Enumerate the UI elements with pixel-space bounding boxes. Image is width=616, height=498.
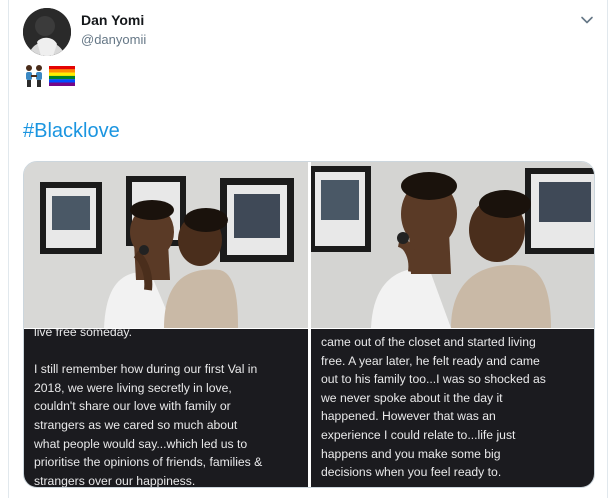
two-men-holding-hands-icon xyxy=(26,65,42,87)
media-grid: live free someday. I still remember how … xyxy=(23,161,595,488)
author-handle[interactable]: @danyomii xyxy=(81,32,146,47)
text-image-content: came out of the closet and started livin… xyxy=(321,335,546,480)
text-image-2[interactable]: came out of the closet and started livin… xyxy=(311,329,594,487)
photo-1[interactable] xyxy=(24,162,308,328)
photo-image xyxy=(311,162,594,328)
hashtag-link[interactable]: #Blacklove xyxy=(23,120,120,143)
rainbow-flag-icon xyxy=(49,66,75,86)
avatar-image xyxy=(23,8,71,56)
author-name[interactable]: Dan Yomi xyxy=(81,12,144,28)
photo-image xyxy=(24,162,308,328)
avatar[interactable] xyxy=(23,8,71,56)
chevron-down-icon[interactable] xyxy=(579,12,595,28)
text-image-content: live free someday. I still remember how … xyxy=(34,329,263,488)
tweet-emoji xyxy=(23,64,75,88)
tweet-card: Dan Yomi @danyomii #Blacklove live free … xyxy=(8,0,608,498)
text-image-1[interactable]: live free someday. I still remember how … xyxy=(24,329,308,488)
photo-2[interactable] xyxy=(311,162,594,328)
